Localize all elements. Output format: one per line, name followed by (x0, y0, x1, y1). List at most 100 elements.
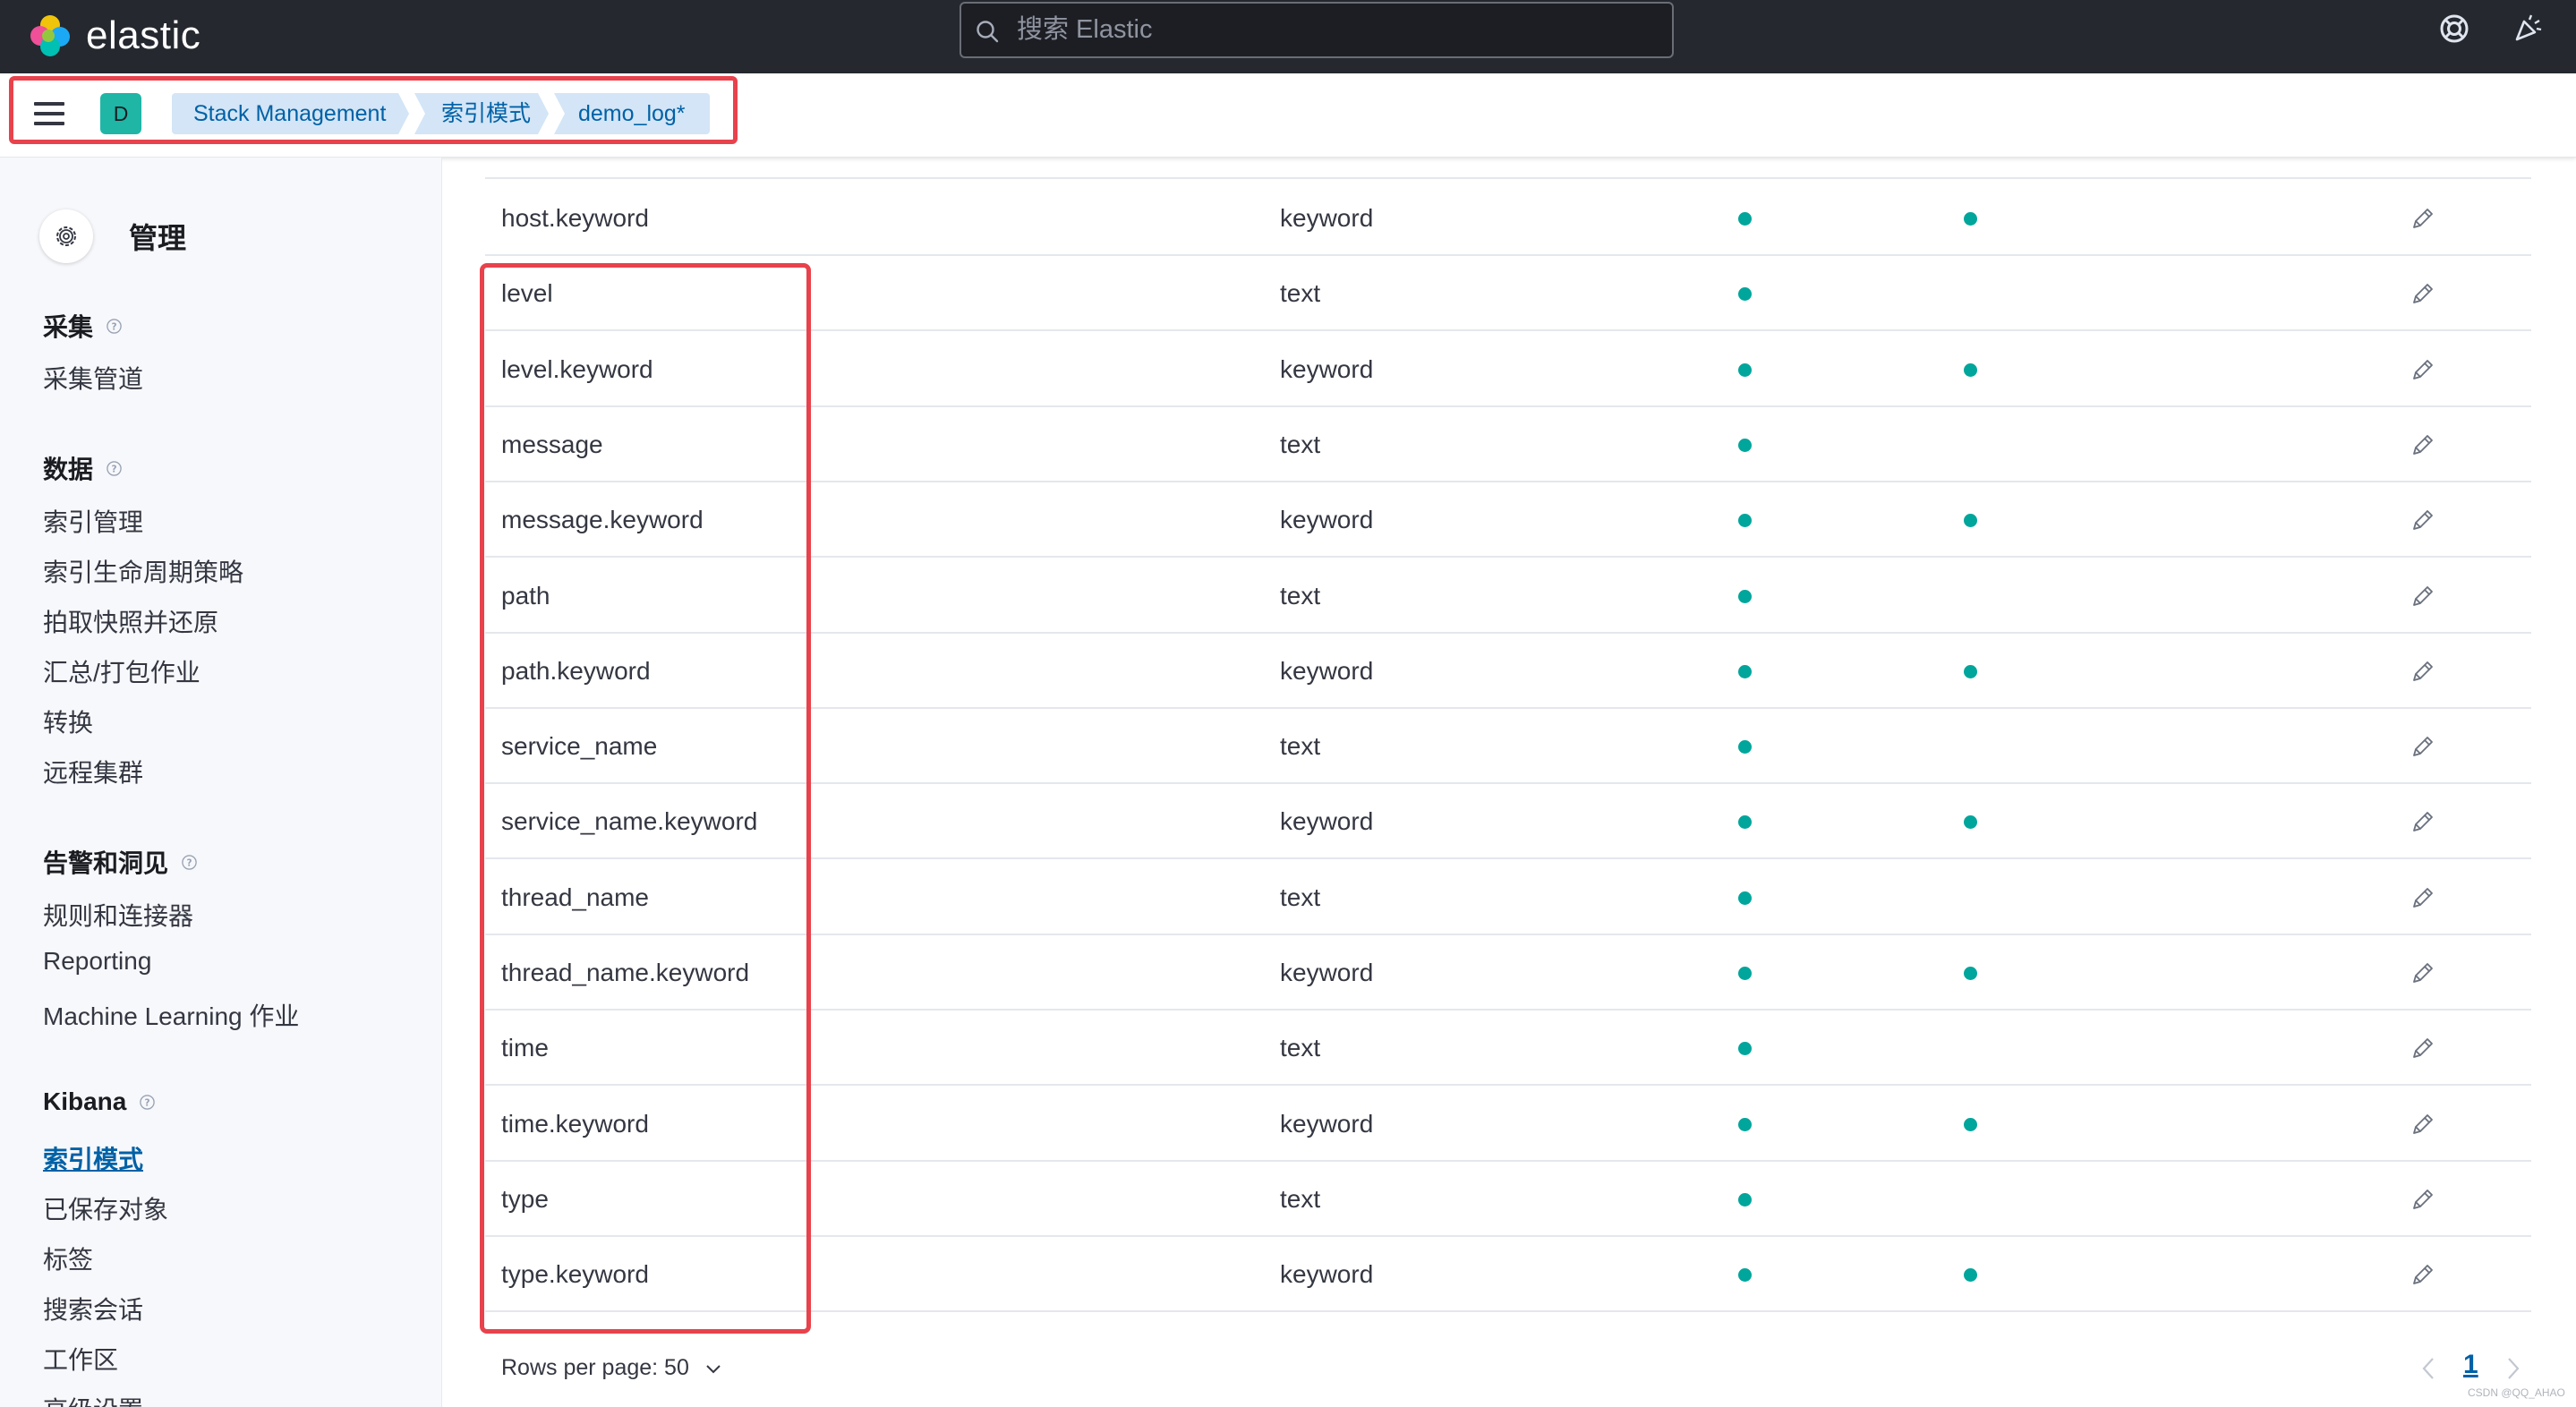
nav-search-sessions[interactable]: 搜索会话 (43, 1291, 143, 1326)
table-row: time.keyword keyword (485, 1087, 2531, 1162)
table-row: service_name.keyword keyword (485, 784, 2531, 860)
aggregatable-dot (1964, 362, 1977, 377)
nav-ml-jobs[interactable]: Machine Learning 作业 (43, 997, 299, 1033)
field-name: level.keyword (501, 354, 653, 383)
section-alerts-insights: 告警和洞见 ? (43, 844, 198, 880)
svg-text:?: ? (111, 464, 116, 474)
aggregatable-dot (1964, 664, 1977, 678)
pencil-icon[interactable] (2410, 884, 2436, 911)
pencil-icon[interactable] (2410, 959, 2436, 986)
pencil-icon[interactable] (2410, 1186, 2436, 1213)
field-type: keyword (1280, 1109, 1374, 1138)
searchable-dot (1738, 287, 1752, 302)
field-name: thread_name.keyword (501, 959, 750, 986)
table-top-rule (485, 177, 2531, 179)
chevron-down-icon (706, 1364, 721, 1373)
rows-per-page-select[interactable]: Rows per page: 50 (501, 1355, 723, 1381)
global-search[interactable] (960, 2, 1674, 58)
searchable-dot (1738, 1042, 1752, 1056)
pencil-icon[interactable] (2410, 1111, 2436, 1138)
aggregatable-dot (1964, 815, 1977, 830)
nav-saved-objects[interactable]: 已保存对象 (43, 1190, 168, 1226)
table-row: path text (485, 559, 2531, 634)
field-type: text (1280, 1034, 1321, 1062)
table-row: level text (485, 256, 2531, 332)
fields-table: host.keyword keyword level text level.ke… (442, 158, 2576, 1407)
aggregatable-dot (1964, 212, 1977, 226)
question-circle-icon[interactable]: ? (139, 1094, 156, 1111)
search-input[interactable] (1017, 4, 1661, 56)
hamburger-menu-icon[interactable] (34, 102, 64, 129)
pencil-icon[interactable] (2410, 356, 2436, 383)
field-type: text (1280, 279, 1321, 308)
searchable-dot (1738, 438, 1752, 452)
aggregatable-dot (1964, 1268, 1977, 1283)
section-data: 数据 ? (43, 450, 123, 486)
pencil-icon[interactable] (2410, 733, 2436, 760)
brand-name: elastic (86, 13, 201, 57)
search-icon (977, 21, 999, 43)
sidebar-title: 管理 (129, 222, 187, 254)
nav-rules-connectors[interactable]: 规则和连接器 (43, 897, 193, 933)
nav-rollup-jobs[interactable]: 汇总/打包作业 (43, 653, 200, 689)
searchable-dot (1738, 362, 1752, 377)
table-row: message text (485, 407, 2531, 482)
table-row: time text (485, 1010, 2531, 1087)
pencil-icon[interactable] (2410, 1261, 2436, 1288)
field-type: keyword (1280, 807, 1374, 836)
chevron-left-icon[interactable] (2417, 1353, 2440, 1384)
field-name: host.keyword (501, 204, 649, 232)
help-lifebuoy-icon[interactable] (2438, 13, 2470, 45)
pencil-icon[interactable] (2410, 583, 2436, 610)
page-number-current[interactable]: 1 (2463, 1350, 2478, 1380)
field-name: message (501, 430, 603, 458)
breadcrumb-stack-management[interactable]: Stack Management (172, 93, 409, 134)
svg-text:?: ? (145, 1097, 150, 1108)
pencil-icon[interactable] (2410, 658, 2436, 685)
searchable-dot (1738, 1268, 1752, 1283)
field-type: keyword (1280, 354, 1374, 383)
elastic-logo[interactable]: elastic (27, 7, 200, 64)
pencil-icon[interactable] (2410, 431, 2436, 458)
pencil-icon[interactable] (2410, 808, 2436, 835)
nav-ilm-policies[interactable]: 索引生命周期策略 (43, 553, 243, 589)
nav-spaces[interactable]: 工作区 (43, 1341, 118, 1377)
field-name: time (501, 1034, 549, 1062)
searchable-dot (1738, 967, 1752, 980)
svg-text:?: ? (186, 857, 192, 868)
chevron-right-icon[interactable] (2502, 1353, 2525, 1384)
table-row: path.keyword keyword (485, 634, 2531, 709)
nav-reporting[interactable]: Reporting (43, 947, 151, 976)
nav-transforms[interactable]: 转换 (43, 704, 93, 739)
nav-index-management[interactable]: 索引管理 (43, 503, 143, 539)
breadcrumb-bar: D Stack Management 索引模式 demo_log* (0, 73, 2576, 158)
nav-remote-clusters[interactable]: 远程集群 (43, 754, 143, 789)
question-circle-icon[interactable]: ? (106, 460, 123, 477)
pencil-icon[interactable] (2410, 205, 2436, 232)
pencil-icon[interactable] (2410, 507, 2436, 533)
nav-snapshot-restore[interactable]: 拍取快照并还原 (43, 603, 218, 639)
field-type: keyword (1280, 959, 1374, 986)
sidebar-header: 管理 (39, 208, 186, 265)
question-circle-icon[interactable]: ? (181, 854, 198, 871)
space-avatar[interactable]: D (100, 93, 141, 134)
field-type: keyword (1280, 506, 1374, 534)
field-name: service_name.keyword (501, 807, 758, 836)
searchable-dot (1738, 212, 1752, 226)
newsfeed-icon[interactable] (2512, 13, 2544, 45)
nav-advanced-settings[interactable]: 高级设置 (43, 1391, 143, 1407)
pencil-icon[interactable] (2410, 280, 2436, 307)
nav-index-patterns[interactable]: 索引模式 (43, 1140, 143, 1176)
breadcrumb-current-pattern: demo_log* (554, 93, 710, 134)
breadcrumb-index-patterns[interactable]: 索引模式 (414, 93, 549, 134)
question-circle-icon[interactable]: ? (106, 318, 123, 335)
field-name: level (501, 279, 553, 308)
pencil-icon[interactable] (2410, 1035, 2436, 1062)
table-row: type text (485, 1162, 2531, 1237)
searchable-dot (1738, 1117, 1752, 1131)
nav-tags[interactable]: 标签 (43, 1241, 93, 1276)
field-name: thread_name (501, 883, 650, 911)
watermark-text: CSDN @QQ_AHAO (2468, 1386, 2565, 1399)
nav-ingest-pipelines[interactable]: 采集管道 (43, 360, 143, 396)
aggregatable-dot (1964, 967, 1977, 980)
